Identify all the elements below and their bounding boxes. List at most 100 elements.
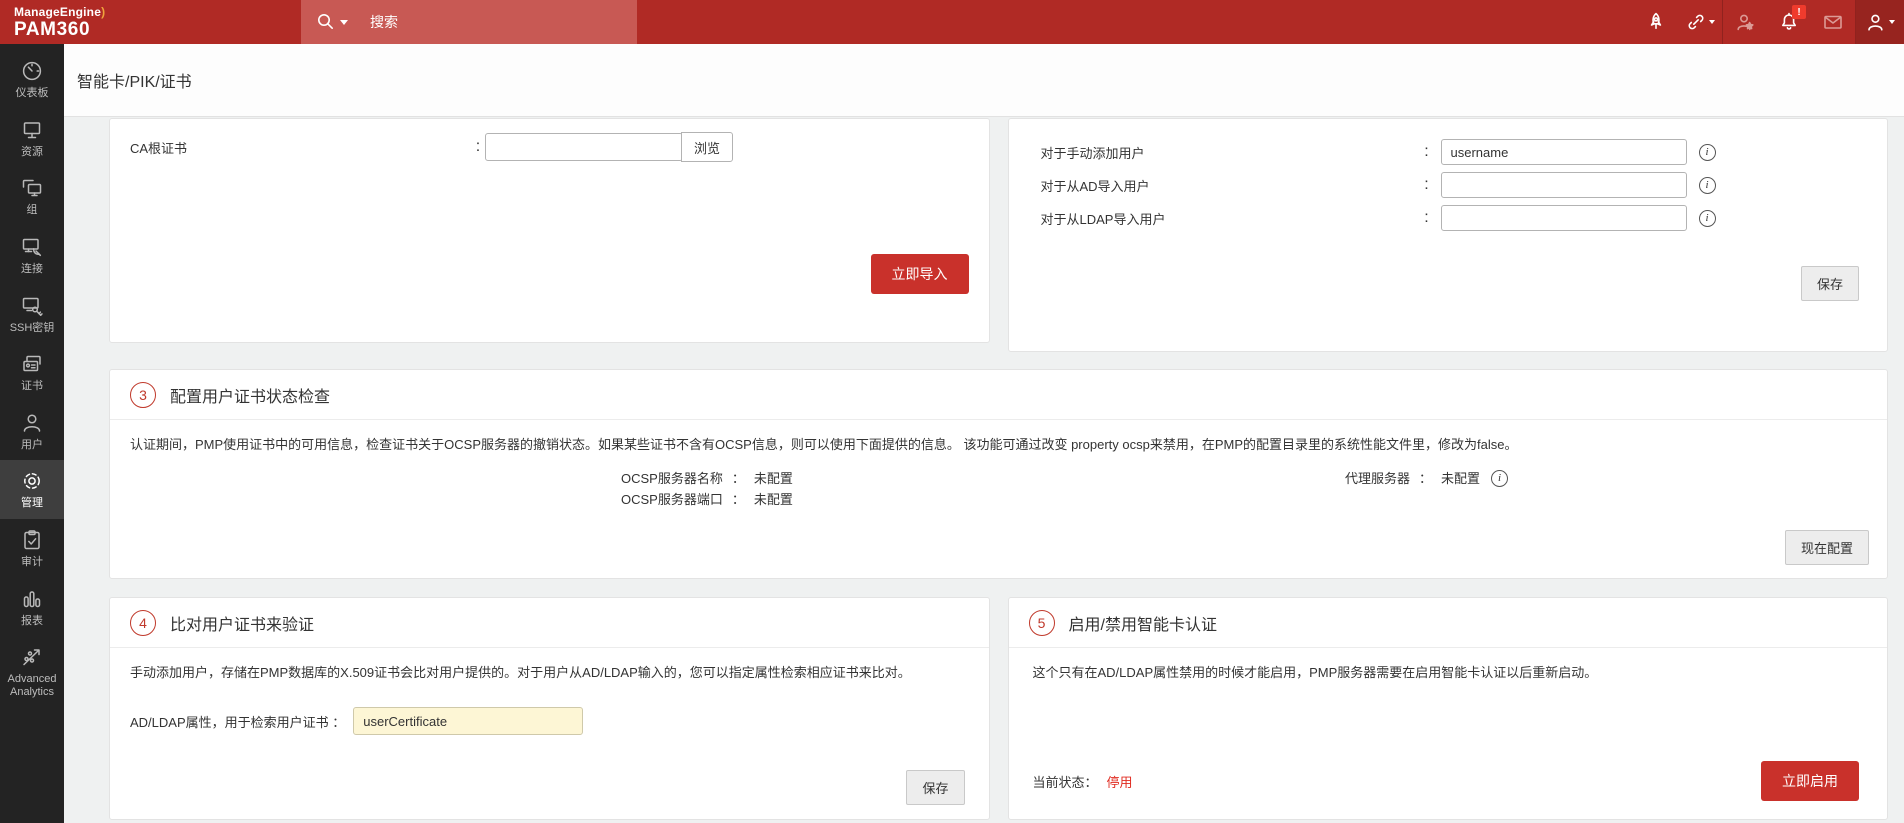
- page-title: 智能卡/PIK/证书: [77, 74, 192, 91]
- panel-compare-cert: 4 比对用户证书来验证 手动添加用户，存储在PMP数据库的X.509证书会比对用…: [109, 597, 990, 820]
- sidebar-label: Advanced Analytics: [7, 673, 57, 699]
- sidebar-item-resources[interactable]: 资源: [0, 109, 64, 168]
- colon: ：: [731, 471, 745, 486]
- top-header: ManageEngine) PAM360 搜索 !: [0, 0, 1904, 44]
- audit-clipboard-icon: [24, 530, 40, 550]
- sidebar-item-reports[interactable]: 报表: [0, 578, 64, 637]
- sidebar-item-certificates[interactable]: 证书: [0, 343, 64, 402]
- info-icon[interactable]: i: [1698, 176, 1716, 194]
- groups-monitors-icon: [22, 180, 42, 197]
- ocsp-server-name-row: OCSP服务器名称 ： 未配置: [621, 468, 793, 489]
- adldap-attribute-row: AD/LDAP属性，用于检索用户证书 ：: [110, 707, 989, 735]
- left-sidebar: 仪表板 资源 组 连接 SSH密钥 证书 用户 管理 审计 报表 Advance…: [0, 44, 64, 823]
- ocsp-server-port-value: 未配置: [753, 492, 793, 507]
- info-icon[interactable]: i: [1491, 470, 1509, 487]
- enable-now-button[interactable]: 立即启用: [1761, 761, 1859, 801]
- search-icon: [318, 14, 333, 29]
- users-person-icon: [23, 414, 41, 432]
- mail-icon[interactable]: [1811, 0, 1855, 44]
- connections-monitor-dish-icon: [22, 238, 42, 256]
- sidebar-label: 组: [26, 204, 38, 217]
- info-icon[interactable]: i: [1698, 209, 1716, 227]
- product-name: PAM360: [14, 18, 91, 40]
- sidebar-item-connections[interactable]: 连接: [0, 226, 64, 285]
- quick-links-caret-icon: [1709, 20, 1715, 24]
- import-now-button[interactable]: 立即导入: [870, 254, 969, 294]
- configure-now-button[interactable]: 现在配置: [1784, 530, 1869, 565]
- sidebar-item-audit[interactable]: 审计: [0, 519, 64, 578]
- search-scope-caret-icon[interactable]: [340, 19, 348, 25]
- admin-gear-icon: [24, 473, 40, 490]
- search-placeholder: 搜索: [370, 14, 398, 30]
- ldap-users-input[interactable]: [1440, 205, 1687, 231]
- manual-users-label: 对于手动添加用户: [1040, 145, 1145, 161]
- save-button[interactable]: 保存: [906, 770, 965, 805]
- colon: :: [1424, 143, 1429, 160]
- info-icon[interactable]: i: [1698, 143, 1716, 161]
- section-title: 配置用户证书状态检查: [170, 388, 331, 406]
- manual-users-input[interactable]: [1440, 139, 1687, 165]
- enable-description: 这个只有在AD/LDAP属性禁用的时候才能启用，PMP服务器需要在启用智能卡认证…: [1032, 665, 1598, 680]
- sidebar-item-admin[interactable]: 管理: [0, 460, 64, 520]
- proxy-server-label: 代理服务器: [1345, 471, 1411, 486]
- mapping-row-ldap: 对于从LDAP导入用户 : i: [1041, 205, 1888, 231]
- account-icon: [1868, 14, 1883, 31]
- colon: ：: [731, 492, 745, 507]
- panel-user-mapping: 对于手动添加用户 : i 对于从AD导入用户 : i 对于从LDAP导入用户 :: [1007, 118, 1888, 352]
- ca-root-cert-label: CA根证书: [130, 140, 188, 156]
- sidebar-label: 仪表板: [15, 87, 49, 99]
- panel-enable-smartcard: 5 启用/禁用智能卡认证 这个只有在AD/LDAP属性禁用的时候才能启用，PMP…: [1007, 597, 1888, 820]
- current-status-value: 停用: [1106, 775, 1133, 790]
- sidebar-label: 用户: [21, 438, 43, 451]
- sidebar-label: 证书: [21, 380, 43, 393]
- adldap-attribute-label: AD/LDAP属性，用于检索用户证书 ：: [130, 714, 346, 730]
- brand-logo[interactable]: ManageEngine) PAM360: [14, 6, 105, 39]
- content-area: CA根证书 : 浏览 立即导入 对于手动添加用户 : i: [64, 117, 1904, 823]
- ssh-keys-monitor-key-icon: [22, 297, 43, 316]
- sidebar-label: 报表: [21, 614, 43, 627]
- proxy-server-row: 代理服务器 ： 未配置 i: [1345, 468, 1509, 489]
- section-number-badge: 5: [1028, 609, 1055, 636]
- notification-bell-icon[interactable]: !: [1767, 0, 1811, 44]
- sidebar-item-advanced-analytics[interactable]: Advanced Analytics: [0, 636, 64, 707]
- ca-root-cert-input[interactable]: [485, 133, 683, 161]
- ad-users-label: 对于从AD导入用户: [1040, 178, 1150, 194]
- save-button[interactable]: 保存: [1800, 266, 1859, 301]
- section-number-badge: 4: [130, 609, 156, 636]
- ocsp-server-port-row: OCSP服务器端口 ： 未配置: [621, 489, 793, 510]
- brand-swoosh-icon: ): [101, 4, 106, 19]
- compare-description: 手动添加用户，存储在PMP数据库的X.509证书会比对用户提供的。对于用户从AD…: [130, 665, 911, 680]
- colon: :: [475, 138, 481, 155]
- colon: ：: [1419, 471, 1433, 486]
- reports-barchart-icon: [23, 591, 41, 608]
- sidebar-item-groups[interactable]: 组: [0, 167, 64, 226]
- global-search-input[interactable]: 搜索: [301, 0, 637, 44]
- current-status-label: 当前状态：: [1032, 775, 1098, 790]
- browse-button[interactable]: 浏览: [681, 132, 734, 162]
- current-status-row: 当前状态： 停用: [1033, 772, 1133, 793]
- header-icon-bar: !: [1634, 0, 1904, 44]
- ocsp-server-port-label: OCSP服务器端口: [621, 492, 723, 507]
- colon: :: [1424, 176, 1429, 193]
- ocsp-server-name-value: 未配置: [753, 471, 793, 486]
- mapping-row-manual: 对于手动添加用户 : i: [1041, 139, 1888, 165]
- resources-monitor-icon: [23, 121, 41, 138]
- mapping-row-ad: 对于从AD导入用户 : i: [1041, 172, 1888, 198]
- sidebar-label: 连接: [21, 262, 43, 275]
- user-star-icon[interactable]: [1723, 0, 1767, 44]
- notification-badge: !: [1792, 5, 1806, 19]
- dashboard-gauge-icon: [22, 61, 42, 81]
- whats-new-rocket-icon[interactable]: [1634, 0, 1678, 44]
- section-title: 比对用户证书来验证: [170, 616, 315, 634]
- sidebar-item-users[interactable]: 用户: [0, 402, 64, 461]
- adldap-attribute-input[interactable]: [353, 707, 584, 735]
- sidebar-item-ssh-keys[interactable]: SSH密钥: [0, 285, 64, 344]
- account-menu[interactable]: [1856, 0, 1904, 44]
- ad-users-input[interactable]: [1440, 172, 1687, 198]
- ocsp-server-name-label: OCSP服务器名称: [621, 471, 723, 486]
- page-title-bar: 智能卡/PIK/证书: [64, 44, 1904, 117]
- ocsp-description: 认证期间，PMP使用证书中的可用信息，检查证书关于OCSP服务器的撤销状态。如果…: [130, 437, 1518, 452]
- quick-links-icon[interactable]: [1678, 0, 1722, 44]
- section-title: 启用/禁用智能卡认证: [1068, 616, 1217, 634]
- sidebar-item-dashboard[interactable]: 仪表板: [0, 50, 64, 109]
